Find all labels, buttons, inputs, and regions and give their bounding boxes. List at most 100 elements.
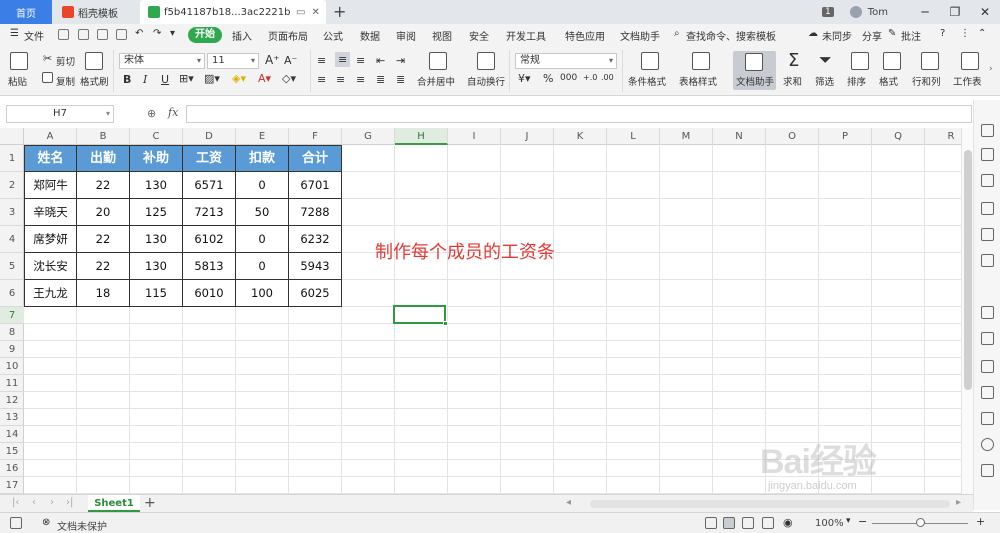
row-header-10[interactable]: 10 <box>0 358 24 375</box>
menu-security[interactable]: 安全 <box>469 28 489 43</box>
table-cell[interactable]: 7288 <box>288 198 342 226</box>
row-header-5[interactable]: 5 <box>0 253 24 280</box>
row-header-14[interactable]: 14 <box>0 426 24 443</box>
protection-status[interactable]: 文档未保护 <box>57 518 107 533</box>
ribbon-scroll-icon[interactable]: › <box>989 64 993 74</box>
zoom-level[interactable]: 100% <box>815 518 844 529</box>
row-header-3[interactable]: 3 <box>0 199 24 226</box>
column-header-j[interactable]: J <box>501 128 554 145</box>
normal-view-icon[interactable] <box>723 517 735 529</box>
quick-access-dropdown-icon[interactable]: ▾ <box>170 28 175 39</box>
table-cell[interactable]: 6102 <box>182 225 236 253</box>
insert-function-button[interactable]: fx <box>168 106 178 119</box>
row-header-11[interactable]: 11 <box>0 375 24 392</box>
chart-icon[interactable] <box>981 254 994 267</box>
column-header-k[interactable]: K <box>554 128 607 145</box>
sync-icon[interactable]: ☁ <box>808 28 818 39</box>
table-cell[interactable]: 5943 <box>288 252 342 280</box>
row-col-button[interactable]: 行和列 <box>912 74 941 88</box>
table-cell[interactable]: 6010 <box>182 279 236 307</box>
row-header-6[interactable]: 6 <box>0 280 24 307</box>
conditional-format-icon[interactable] <box>641 52 659 70</box>
table-header-cell[interactable]: 合计 <box>288 145 342 172</box>
column-header-o[interactable]: O <box>766 128 819 145</box>
decimal-decrease-icon[interactable]: .00 <box>601 73 614 82</box>
table-cell[interactable]: 125 <box>129 198 183 226</box>
property-icon[interactable] <box>981 202 994 215</box>
table-cell[interactable]: 王九龙 <box>24 279 77 307</box>
comment-button[interactable]: 批注 <box>901 28 921 43</box>
copy-icon[interactable] <box>42 72 53 83</box>
column-header-c[interactable]: C <box>130 128 183 145</box>
tab-template[interactable]: 稻壳模板 <box>54 0 136 24</box>
edit-icon[interactable] <box>981 306 994 319</box>
table-style-button[interactable]: 表格样式 <box>679 74 717 88</box>
align-left-icon[interactable]: ≡ <box>317 73 326 86</box>
style-icon[interactable] <box>981 174 994 187</box>
shapes-icon[interactable] <box>981 148 994 161</box>
user-name[interactable]: Tom <box>868 7 888 18</box>
menu-developer[interactable]: 开发工具 <box>506 28 546 43</box>
history-icon[interactable] <box>981 464 994 477</box>
border-icon[interactable]: ⊞▾ <box>179 72 194 85</box>
font-increase-icon[interactable]: A⁺ <box>265 53 280 67</box>
fullscreen-icon[interactable] <box>705 517 717 529</box>
more-icon[interactable]: ⋮ <box>960 28 970 39</box>
tab-home[interactable]: 首页 <box>0 0 52 24</box>
archive-icon[interactable] <box>981 386 994 399</box>
worksheet-icon[interactable] <box>961 52 979 70</box>
apps-grid-icon[interactable] <box>981 228 994 241</box>
selected-cell[interactable] <box>393 305 446 324</box>
table-header-cell[interactable]: 工资 <box>182 145 236 172</box>
table-cell[interactable]: 130 <box>129 171 183 199</box>
fill-style-icon[interactable]: ▨▾ <box>204 72 220 85</box>
sort-icon[interactable] <box>851 52 869 70</box>
font-color-icon[interactable]: A▾ <box>258 72 271 85</box>
table-cell[interactable]: 50 <box>235 198 289 226</box>
column-header-i[interactable]: I <box>448 128 501 145</box>
menu-formula[interactable]: 公式 <box>323 28 343 43</box>
format-button[interactable]: 格式 <box>879 74 898 88</box>
table-cell[interactable]: 6232 <box>288 225 342 253</box>
menu-view[interactable]: 视图 <box>432 28 452 43</box>
align-center-icon[interactable]: ≡ <box>336 73 345 86</box>
tab-screen-icon[interactable]: ▭ <box>296 7 305 18</box>
column-header-h[interactable]: H <box>395 128 448 145</box>
prev-sheet-icon[interactable]: ‹ <box>32 497 36 508</box>
name-box[interactable]: H7 ▾ <box>6 105 114 123</box>
menu-doc-assistant[interactable]: 文档助手 <box>620 28 660 43</box>
save-icon[interactable] <box>58 29 69 40</box>
table-header-cell[interactable]: 出勤 <box>76 145 130 172</box>
row-header-4[interactable]: 4 <box>0 226 24 253</box>
merge-center-button[interactable]: 合并居中 <box>417 74 455 88</box>
table-cell[interactable]: 130 <box>129 252 183 280</box>
table-cell[interactable]: 20 <box>76 198 130 226</box>
row-header-9[interactable]: 9 <box>0 341 24 358</box>
reading-mode-icon[interactable] <box>762 517 774 529</box>
row-col-icon[interactable] <box>921 52 939 70</box>
row-header-13[interactable]: 13 <box>0 409 24 426</box>
window-count-badge[interactable]: 1 <box>821 7 834 17</box>
row-header-17[interactable]: 17 <box>0 477 24 494</box>
menu-start[interactable]: 开始 <box>188 27 222 43</box>
italic-icon[interactable]: I <box>143 73 147 86</box>
scroll-right-icon[interactable]: ▸ <box>956 497 961 508</box>
column-header-n[interactable]: N <box>713 128 766 145</box>
doc-assistant-button[interactable]: 文档助手 <box>733 51 776 90</box>
table-cell[interactable]: 0 <box>235 225 289 253</box>
indent-decrease-icon[interactable]: ⇤ <box>376 54 385 67</box>
row-header-16[interactable]: 16 <box>0 460 24 477</box>
spreadsheet-grid[interactable]: ABCDEFGHIJKLMNOPQR 1 2 3 4 5 6 7 8 9 10 11 12 13 14 15… <box>0 128 961 494</box>
table-cell[interactable]: 7213 <box>182 198 236 226</box>
table-cell[interactable]: 0 <box>235 171 289 199</box>
zoom-lookup-icon[interactable]: ⊕ <box>147 107 156 120</box>
column-header-d[interactable]: D <box>183 128 236 145</box>
next-sheet-icon[interactable]: › <box>50 497 54 508</box>
page-break-view-icon[interactable] <box>742 517 754 529</box>
font-decrease-icon[interactable]: A⁻ <box>284 54 297 67</box>
fill-color-icon[interactable]: ◈▾ <box>232 72 246 85</box>
format-painter-button[interactable]: 格式刷 <box>80 74 109 88</box>
format-icon[interactable] <box>883 52 901 70</box>
last-sheet-icon[interactable]: ›| <box>66 497 73 508</box>
sheet-tab-sheet1[interactable]: Sheet1 <box>88 495 140 512</box>
